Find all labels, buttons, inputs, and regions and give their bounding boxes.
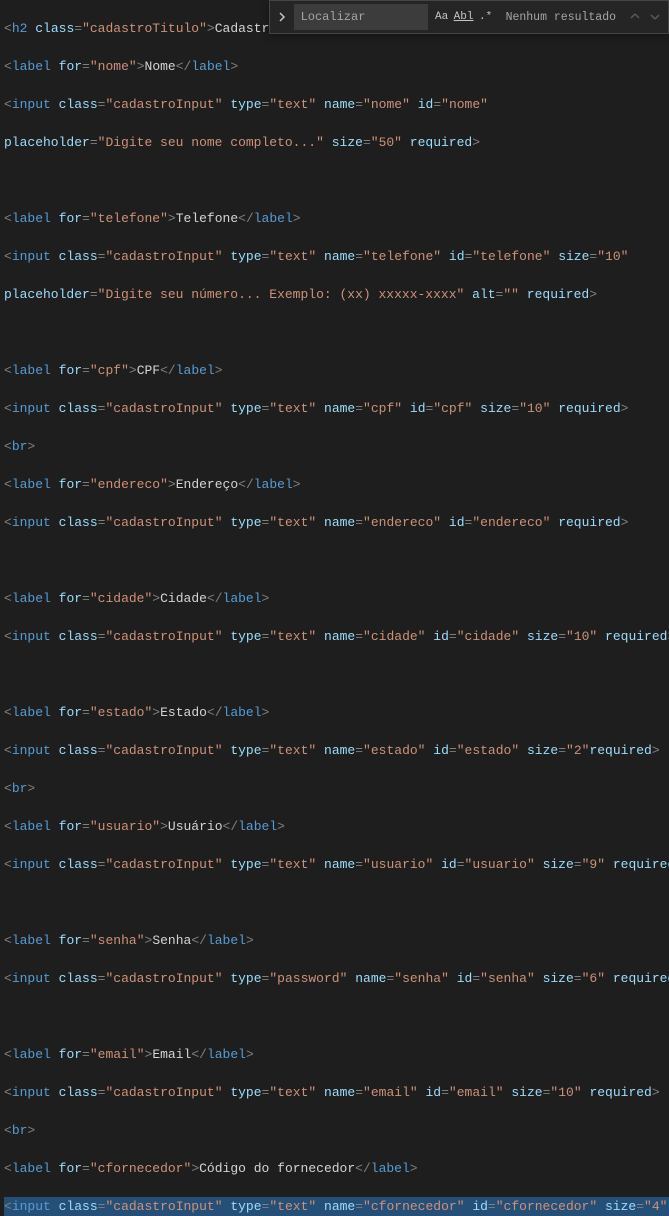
code-line: <input class="cadastroInput" type="text"… bbox=[4, 247, 669, 266]
code-line: placeholder="Digite seu número... Exempl… bbox=[4, 285, 669, 304]
code-line: <br> bbox=[4, 1121, 669, 1140]
code-line: <input class="cadastroInput" type="text"… bbox=[4, 95, 669, 114]
code-line: <label for="nome">Nome</label> bbox=[4, 57, 669, 76]
find-result-text: Nenhum resultado bbox=[500, 8, 622, 27]
code-blank-line bbox=[4, 323, 669, 342]
code-line: <input class="cadastroInput" type="text"… bbox=[4, 513, 669, 532]
find-expand-chevron-icon[interactable] bbox=[274, 1, 290, 33]
code-blank-line bbox=[4, 171, 669, 190]
code-line: <input class="cadastroInput" type="passw… bbox=[4, 969, 669, 988]
code-line: <br> bbox=[4, 779, 669, 798]
find-input[interactable] bbox=[294, 4, 428, 30]
find-whole-word-icon[interactable]: Abl bbox=[454, 7, 474, 27]
find-match-case-icon[interactable]: Aa bbox=[432, 7, 452, 27]
code-line: placeholder="Digite seu nome completo...… bbox=[4, 133, 669, 152]
code-line-selected: <input class="cadastroInput" type="text"… bbox=[4, 1197, 669, 1216]
code-line: <label for="usuario">Usuário</label> bbox=[4, 817, 669, 836]
find-prev-icon[interactable] bbox=[626, 8, 644, 26]
code-line: <input class="cadastroInput" type="text"… bbox=[4, 627, 669, 646]
code-line: <input class="cadastroInput" type="text"… bbox=[4, 741, 669, 760]
code-line: <label for="cidade">Cidade</label> bbox=[4, 589, 669, 608]
code-line: <br> bbox=[4, 437, 669, 456]
find-regex-icon[interactable]: .* bbox=[476, 7, 496, 27]
code-line: <label for="email">Email</label> bbox=[4, 1045, 669, 1064]
code-line: <input class="cadastroInput" type="text"… bbox=[4, 855, 669, 874]
code-blank-line bbox=[4, 665, 669, 684]
code-blank-line bbox=[4, 551, 669, 570]
code-line: <label for="cpf">CPF</label> bbox=[4, 361, 669, 380]
code-blank-line bbox=[4, 1007, 669, 1026]
code-line: <input class="cadastroInput" type="text"… bbox=[4, 1083, 669, 1102]
code-line: <input class="cadastroInput" type="text"… bbox=[4, 399, 669, 418]
code-line: <label for="cfornecedor">Código do forne… bbox=[4, 1159, 669, 1178]
find-bar: Aa Abl .* Nenhum resultado bbox=[269, 0, 669, 34]
code-line: <label for="estado">Estado</label> bbox=[4, 703, 669, 722]
code-line: <label for="telefone">Telefone</label> bbox=[4, 209, 669, 228]
code-line: <label for="endereco">Endereço</label> bbox=[4, 475, 669, 494]
code-editor[interactable]: <h2 class="cadastroTitulo">Cadastro De F… bbox=[0, 0, 669, 1216]
find-next-icon[interactable] bbox=[646, 8, 664, 26]
code-line: <label for="senha">Senha</label> bbox=[4, 931, 669, 950]
code-blank-line bbox=[4, 893, 669, 912]
